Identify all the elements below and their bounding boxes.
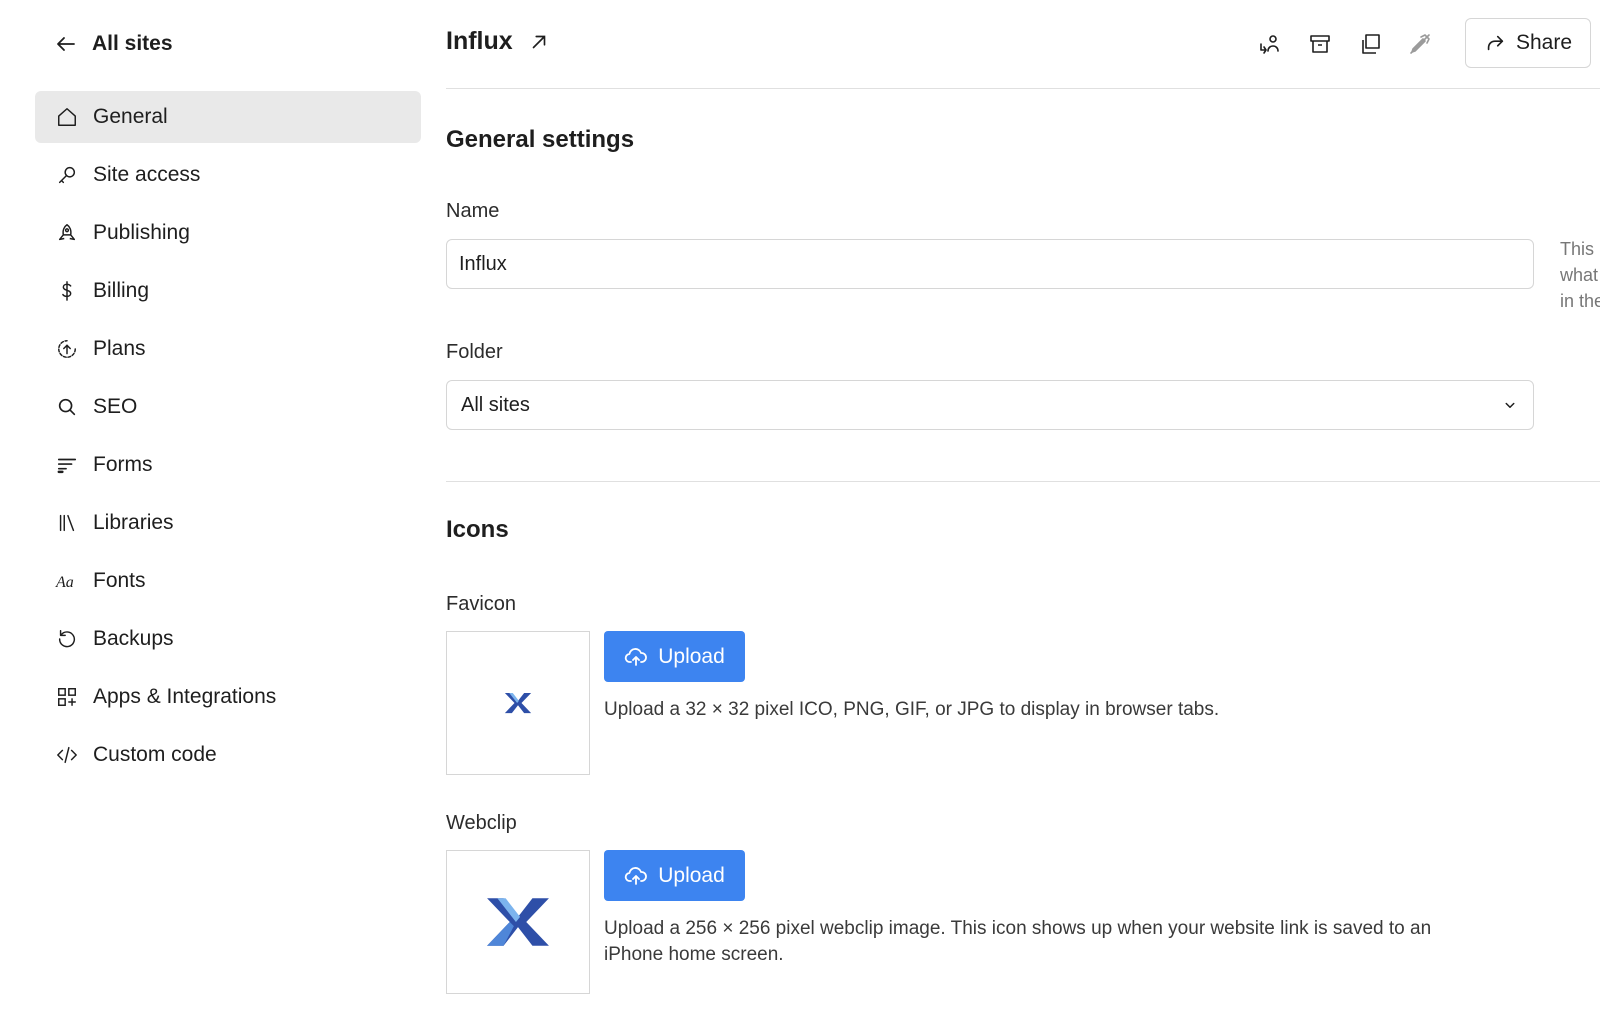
sidebar-item-label: Publishing bbox=[93, 221, 190, 244]
sidebar-item-general[interactable]: General bbox=[35, 91, 421, 143]
form-lines-icon bbox=[55, 453, 79, 477]
share-arrow-icon bbox=[1484, 32, 1506, 54]
sidebar-item-fonts[interactable]: Aa Fonts bbox=[35, 555, 421, 607]
sidebar-item-publishing[interactable]: Publishing bbox=[35, 207, 421, 259]
chevron-down-icon bbox=[1501, 396, 1519, 414]
sidebar-item-apps-integrations[interactable]: Apps & Integrations bbox=[35, 671, 421, 723]
upgrade-icon bbox=[55, 337, 79, 361]
sidebar-item-billing[interactable]: Billing bbox=[35, 265, 421, 317]
sidebar-item-label: Apps & Integrations bbox=[93, 685, 277, 708]
archive-button[interactable] bbox=[1304, 28, 1336, 60]
cloud-upload-icon bbox=[624, 645, 648, 669]
folder-select[interactable]: All sites bbox=[446, 380, 1534, 430]
site-logo-large bbox=[487, 898, 549, 946]
favicon-label: Favicon bbox=[446, 593, 517, 615]
site-title: Influx bbox=[446, 27, 513, 55]
font-icon: Aa bbox=[55, 569, 79, 593]
sidebar-item-site-access[interactable]: Site access bbox=[35, 149, 421, 201]
arrow-left-icon bbox=[54, 32, 78, 56]
folder-selected-value: All sites bbox=[461, 393, 530, 416]
favicon-help-text: Upload a 32 × 32 pixel ICO, PNG, GIF, or… bbox=[604, 699, 1220, 720]
sidebar-item-libraries[interactable]: Libraries bbox=[35, 497, 421, 549]
duplicate-icon bbox=[1358, 32, 1382, 56]
sidebar-item-forms[interactable]: Forms bbox=[35, 439, 421, 491]
sidebar-item-label: Libraries bbox=[93, 511, 174, 534]
share-button[interactable]: Share bbox=[1465, 18, 1591, 68]
webclip-preview bbox=[446, 850, 590, 994]
transfer-user-icon bbox=[1258, 32, 1282, 56]
sidebar-item-label: Forms bbox=[93, 453, 153, 476]
icons-heading: Icons bbox=[446, 516, 509, 543]
section-divider bbox=[446, 481, 1600, 482]
edit-disabled-icon bbox=[1408, 32, 1432, 56]
external-link-icon bbox=[528, 31, 550, 53]
general-settings-heading: General settings bbox=[446, 126, 635, 153]
upload-label: Upload bbox=[658, 644, 725, 668]
sidebar-item-label: Plans bbox=[93, 337, 146, 360]
site-name-input[interactable] bbox=[446, 239, 1534, 289]
name-label: Name bbox=[446, 200, 500, 222]
back-label: All sites bbox=[92, 32, 173, 55]
sidebar-item-label: Backups bbox=[93, 627, 174, 650]
restore-icon bbox=[55, 627, 79, 651]
duplicate-button[interactable] bbox=[1354, 28, 1386, 60]
favicon-upload-button[interactable]: Upload bbox=[604, 631, 745, 682]
share-label: Share bbox=[1515, 31, 1573, 54]
name-help-text: This what in the bbox=[1560, 239, 1600, 311]
webclip-upload-button[interactable]: Upload bbox=[604, 850, 745, 901]
folder-label: Folder bbox=[446, 341, 503, 363]
transfer-site-button[interactable] bbox=[1254, 28, 1286, 60]
sidebar-item-label: SEO bbox=[93, 395, 138, 418]
site-logo-small bbox=[504, 692, 532, 714]
apps-icon bbox=[55, 685, 79, 709]
library-icon bbox=[55, 511, 79, 535]
open-site-link[interactable] bbox=[528, 31, 550, 53]
webclip-label: Webclip bbox=[446, 812, 517, 834]
home-icon bbox=[55, 105, 79, 129]
search-icon bbox=[55, 395, 79, 419]
rocket-icon bbox=[55, 221, 79, 245]
sidebar-item-label: Billing bbox=[93, 279, 150, 302]
webclip-help-text: Upload a 256 × 256 pixel webclip image. … bbox=[604, 918, 1432, 965]
sidebar-item-label: Fonts bbox=[93, 569, 146, 592]
sidebar-item-backups[interactable]: Backups bbox=[35, 613, 421, 665]
disable-editing-button[interactable] bbox=[1404, 28, 1436, 60]
svg-text:Aa: Aa bbox=[55, 574, 74, 591]
sidebar-item-label: Custom code bbox=[93, 743, 217, 766]
sidebar-item-plans[interactable]: Plans bbox=[35, 323, 421, 375]
favicon-preview bbox=[446, 631, 590, 775]
sidebar-item-label: Site access bbox=[93, 163, 201, 186]
dollar-icon bbox=[55, 279, 79, 303]
key-icon bbox=[55, 163, 79, 187]
code-icon bbox=[55, 743, 79, 767]
upload-label: Upload bbox=[658, 863, 725, 887]
archive-icon bbox=[1308, 32, 1332, 56]
back-to-all-sites[interactable]: All sites bbox=[54, 28, 173, 60]
settings-sidebar: General Site access Publishing Billing P… bbox=[35, 91, 421, 787]
sidebar-item-seo[interactable]: SEO bbox=[35, 381, 421, 433]
sidebar-item-label: General bbox=[93, 105, 168, 128]
cloud-upload-icon bbox=[624, 864, 648, 888]
sidebar-item-custom-code[interactable]: Custom code bbox=[35, 729, 421, 781]
page-header: Influx Share bbox=[446, 0, 1600, 89]
